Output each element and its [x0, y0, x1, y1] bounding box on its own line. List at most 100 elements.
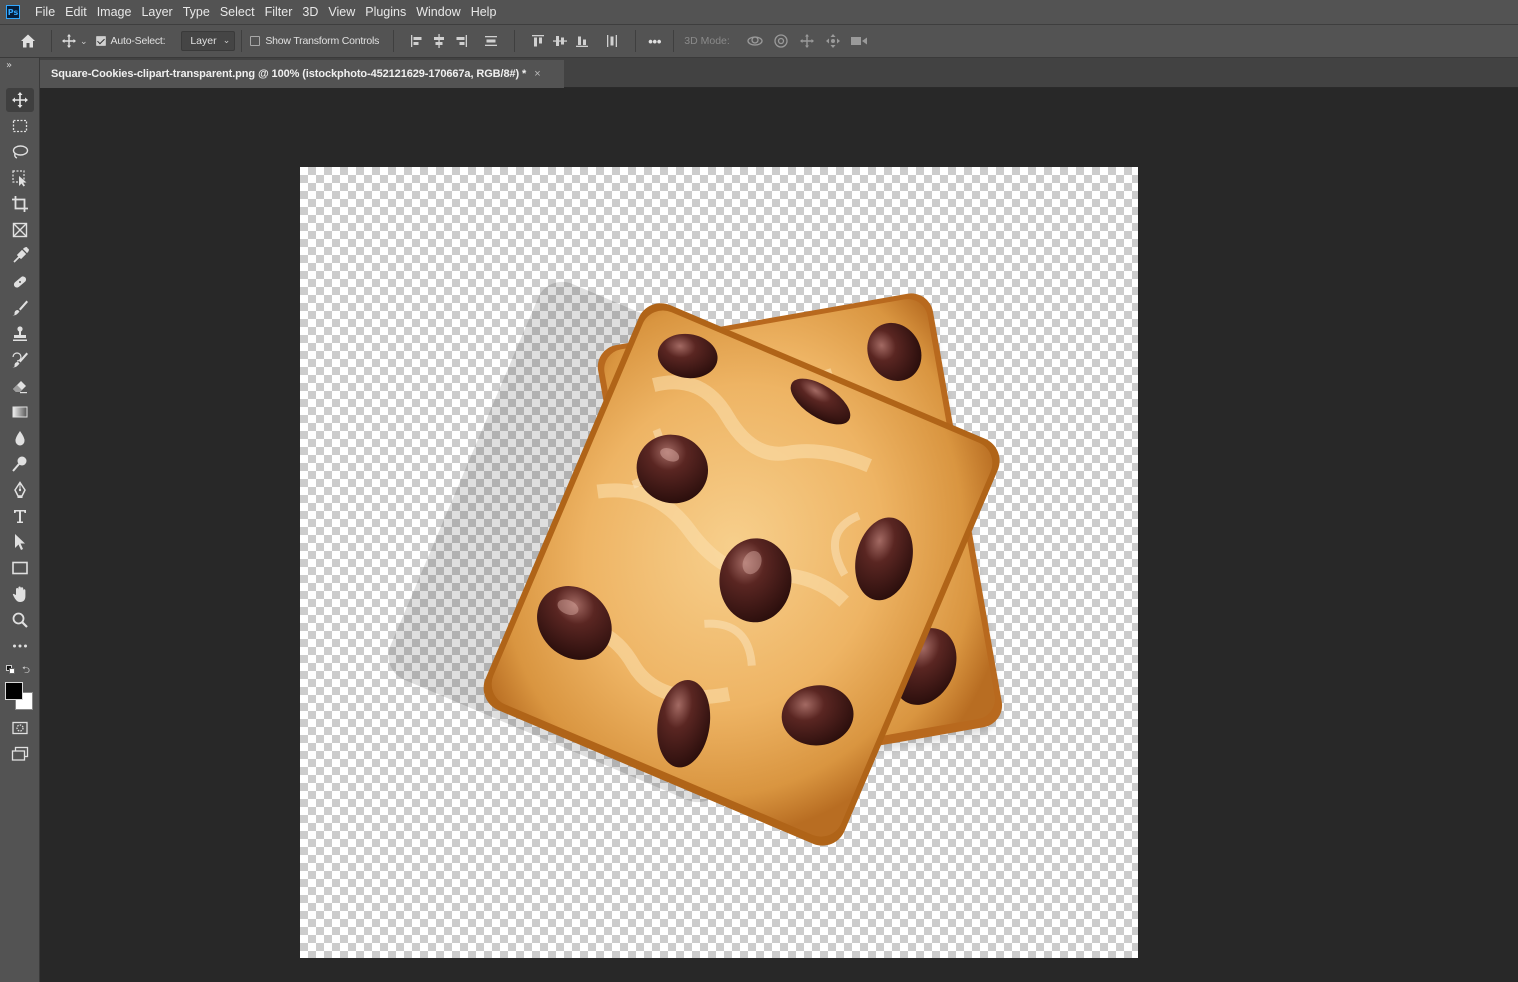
- auto-select-target-value: Layer: [190, 35, 217, 47]
- move-tool[interactable]: [6, 88, 34, 112]
- menu-edit[interactable]: Edit: [60, 0, 92, 24]
- orbit-3d-camera-icon[interactable]: [744, 30, 766, 52]
- screen-mode-button[interactable]: [6, 742, 34, 766]
- photoshop-logo-icon[interactable]: Ps: [6, 5, 20, 19]
- edit-toolbar-button[interactable]: [6, 634, 34, 658]
- move-tool-preset-icon[interactable]: [58, 30, 80, 52]
- quick-mask-mode-button[interactable]: [6, 716, 34, 740]
- crop-tool[interactable]: [6, 192, 34, 216]
- video-3d-camera-icon[interactable]: [848, 30, 870, 52]
- tools-panel: » ⮌: [0, 58, 40, 982]
- gradient-tool[interactable]: [6, 400, 34, 424]
- eyedropper-icon: [13, 247, 29, 263]
- document-canvas[interactable]: [300, 167, 1138, 958]
- menu-layer[interactable]: Layer: [136, 0, 177, 24]
- align-horizontal-centers-icon[interactable]: [428, 30, 450, 52]
- document-tab-title: Square-Cookies-clipart-transparent.png @…: [51, 68, 527, 80]
- align-top-edges-icon[interactable]: [527, 30, 549, 52]
- menu-filter[interactable]: Filter: [260, 0, 298, 24]
- lasso-icon: [12, 145, 29, 159]
- object-selection-icon: [12, 170, 27, 187]
- marquee-icon: [12, 119, 28, 133]
- zoom-tool[interactable]: [6, 608, 34, 632]
- close-tab-icon[interactable]: ×: [534, 68, 540, 80]
- default-colors-icon[interactable]: [6, 665, 16, 675]
- align-left-edges-icon[interactable]: [406, 30, 428, 52]
- bandage-icon: [13, 276, 27, 288]
- 3d-mode-label: 3D Mode:: [684, 35, 730, 47]
- divider: [635, 30, 637, 52]
- rectangle-icon: [12, 561, 28, 575]
- auto-select-target-dropdown[interactable]: Layer ⌄: [181, 31, 236, 51]
- menu-plugins[interactable]: Plugins: [360, 0, 411, 24]
- document-tab[interactable]: Square-Cookies-clipart-transparent.png @…: [40, 60, 564, 88]
- workspace: [41, 89, 1518, 982]
- drop-icon: [15, 431, 25, 446]
- preset-chevron-down-icon[interactable]: ⌄: [80, 36, 88, 47]
- brush-icon: [12, 300, 28, 316]
- chevron-down-icon: ⌄: [222, 35, 231, 45]
- brush-tool[interactable]: [6, 296, 34, 320]
- spot-healing-tool[interactable]: [6, 270, 34, 294]
- rectangular-marquee-tool[interactable]: [6, 114, 34, 138]
- distribute-vertical-icon[interactable]: [480, 30, 502, 52]
- divider: [241, 30, 243, 52]
- history-brush-tool[interactable]: [6, 348, 34, 372]
- path-selection-tool[interactable]: [6, 530, 34, 554]
- menu-3d[interactable]: 3D: [297, 0, 323, 24]
- eraser-icon: [13, 381, 27, 394]
- align-bottom-edges-icon[interactable]: [571, 30, 593, 52]
- clone-stamp-tool[interactable]: [6, 322, 34, 346]
- menu-window[interactable]: Window: [411, 0, 465, 24]
- cookies-image: [388, 281, 1003, 846]
- menu-type[interactable]: Type: [178, 0, 215, 24]
- more-options-button[interactable]: •••: [648, 34, 661, 49]
- show-transform-controls-checkbox[interactable]: [250, 36, 261, 46]
- swap-colors-icon[interactable]: ⮌: [22, 663, 30, 680]
- document-tab-bar: Square-Cookies-clipart-transparent.png @…: [40, 58, 1518, 88]
- align-vertical-centers-icon[interactable]: [549, 30, 571, 52]
- options-bar: ⌄ Auto-Select: Layer ⌄ Show Transform Co…: [0, 24, 1518, 58]
- collapse-panel-icon[interactable]: »: [6, 60, 12, 71]
- divider: [393, 30, 395, 52]
- magnifier-icon: [12, 612, 28, 628]
- menu-view[interactable]: View: [323, 0, 360, 24]
- menu-help[interactable]: Help: [466, 0, 502, 24]
- gradient-icon: [12, 406, 28, 418]
- pen-tool[interactable]: [6, 478, 34, 502]
- dodge-icon: [12, 456, 27, 472]
- move-icon: [12, 92, 28, 108]
- distribute-horizontal-icon[interactable]: [601, 30, 623, 52]
- roll-3d-camera-icon[interactable]: [770, 30, 792, 52]
- show-transform-controls-label: Show Transform Controls: [265, 35, 380, 47]
- hand-tool[interactable]: [6, 582, 34, 606]
- type-icon: [14, 510, 26, 523]
- pan-3d-camera-icon[interactable]: [796, 30, 818, 52]
- crop-icon: [12, 196, 28, 212]
- quick-mask-icon: [12, 721, 28, 735]
- lasso-tool[interactable]: [6, 140, 34, 164]
- object-selection-tool[interactable]: [6, 166, 34, 190]
- rectangle-tool[interactable]: [6, 556, 34, 580]
- type-tool[interactable]: [6, 504, 34, 528]
- menu-image[interactable]: Image: [92, 0, 137, 24]
- auto-select-label: Auto-Select:: [110, 35, 166, 47]
- path-selection-icon: [15, 534, 25, 550]
- auto-select-checkbox[interactable]: [95, 36, 106, 46]
- align-right-edges-icon[interactable]: [450, 30, 472, 52]
- menu-file[interactable]: File: [30, 0, 60, 24]
- home-icon[interactable]: [17, 30, 39, 52]
- frame-tool[interactable]: [6, 218, 34, 242]
- divider: [673, 30, 675, 52]
- menu-select[interactable]: Select: [215, 0, 260, 24]
- hand-icon: [12, 586, 26, 602]
- pen-icon: [14, 481, 26, 498]
- eraser-tool[interactable]: [6, 374, 34, 398]
- blur-tool[interactable]: [6, 426, 34, 450]
- slide-3d-camera-icon[interactable]: [822, 30, 844, 52]
- eyedropper-tool[interactable]: [6, 244, 34, 268]
- dodge-tool[interactable]: [6, 452, 34, 476]
- foreground-color-swatch[interactable]: [5, 682, 23, 700]
- screen-mode-icon: [11, 746, 29, 761]
- frame-icon: [12, 222, 28, 238]
